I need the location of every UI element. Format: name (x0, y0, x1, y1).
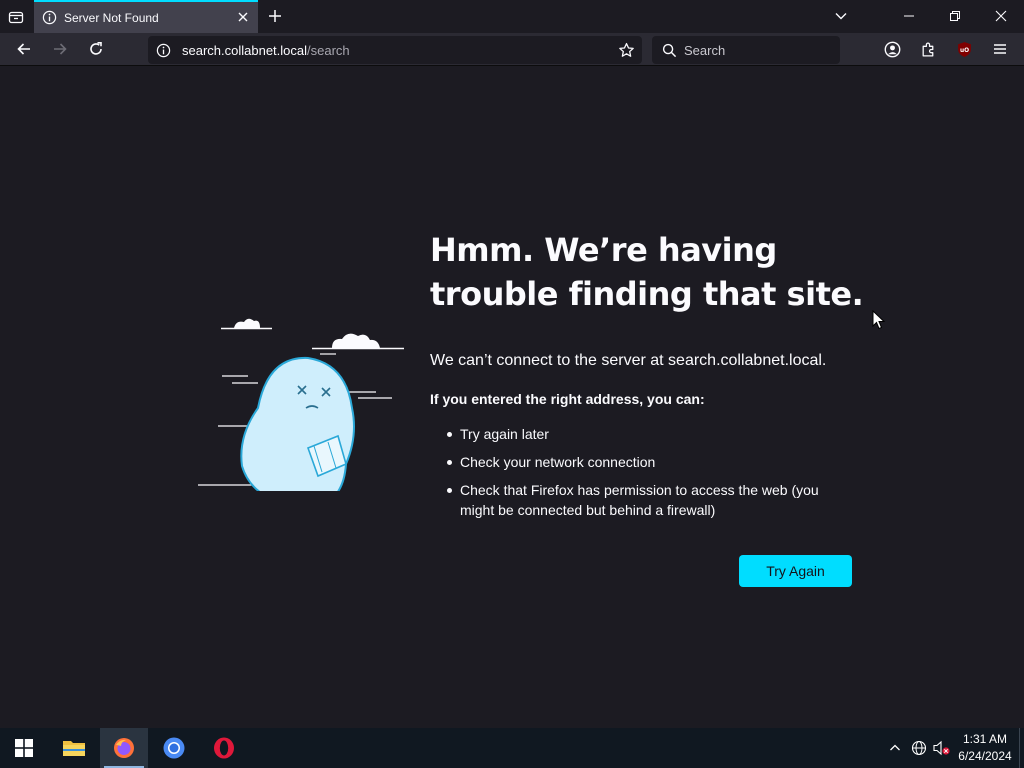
back-button[interactable] (12, 37, 36, 61)
reload-button[interactable] (84, 37, 108, 61)
taskbar-chromium[interactable] (150, 728, 198, 768)
clock-date: 6/24/2024 (958, 749, 1012, 763)
chevron-up-icon (890, 744, 900, 751)
try-again-button[interactable]: Try Again (739, 555, 852, 587)
network-tray-button[interactable] (909, 738, 929, 758)
minimize-icon (904, 15, 914, 17)
url-path: /search (307, 43, 350, 58)
url-host: search.collabnet.local (182, 43, 308, 58)
error-title: Hmm. We’re having trouble finding that s… (430, 231, 864, 313)
close-tab-icon[interactable] (235, 9, 251, 25)
firefox-icon (114, 738, 134, 758)
arrow-left-icon (17, 43, 30, 55)
search-bar[interactable] (652, 36, 840, 64)
opera-icon (214, 737, 234, 759)
speaker-muted-icon (933, 740, 950, 756)
search-input[interactable] (682, 40, 832, 60)
close-window-button[interactable] (989, 5, 1013, 27)
tab-server-not-found[interactable]: Server Not Found (34, 0, 258, 33)
app-menu-button[interactable] (988, 37, 1012, 61)
error-description: We can’t connect to the server at search… (430, 352, 827, 369)
tab-title: Server Not Found (64, 10, 159, 25)
account-button[interactable] (880, 37, 904, 61)
minimize-button[interactable] (897, 5, 921, 27)
show-hidden-icons-button[interactable] (885, 738, 905, 758)
arrow-right-icon (54, 43, 67, 55)
ublock-shield-icon: uO (957, 41, 971, 57)
hamburger-menu-icon (994, 44, 1006, 54)
forward-button[interactable] (48, 37, 72, 61)
restore-button[interactable] (943, 5, 967, 27)
chevron-down-icon (835, 13, 847, 20)
clock-time: 1:31 AM (962, 732, 1008, 746)
taskbar-firefox[interactable] (100, 728, 148, 768)
puzzle-icon (922, 42, 933, 57)
error-subheading: If you entered the right address, you ca… (430, 391, 705, 407)
site-info-icon[interactable] (155, 42, 171, 58)
url-text[interactable]: search.collabnet.local/search (182, 43, 350, 58)
search-icon (661, 42, 677, 58)
windows-logo-icon (15, 739, 33, 757)
show-desktop-button[interactable] (1019, 728, 1024, 768)
close-icon (995, 10, 1007, 22)
svg-text:uO: uO (959, 48, 968, 54)
globe-network-icon (911, 740, 927, 756)
new-tab-button[interactable] (265, 6, 285, 26)
error-page-content: Hmm. We’re having trouble finding that s… (0, 66, 1024, 728)
suggestion-item: Check that Firefox has permission to acc… (430, 480, 850, 520)
chromium-icon (163, 737, 185, 759)
taskbar-file-explorer[interactable] (50, 728, 98, 768)
ublock-origin-button[interactable]: uO (952, 37, 976, 61)
restore-icon (950, 11, 960, 21)
system-clock[interactable]: 1:31 AM 6/24/2024 (952, 731, 1018, 765)
volume-tray-button[interactable] (932, 738, 952, 758)
plus-icon (269, 10, 281, 22)
file-explorer-icon (63, 741, 85, 756)
cloud-icon (221, 318, 272, 330)
taskbar-opera[interactable] (200, 728, 248, 768)
suggestion-item: Try again later (430, 424, 850, 444)
info-icon (41, 10, 57, 26)
cloud-icon (312, 333, 404, 355)
suggestion-list: Try again later Check your network conne… (430, 424, 850, 528)
url-bar[interactable]: search.collabnet.local/search (148, 36, 642, 64)
account-icon (884, 41, 900, 57)
error-dinosaur-illustration (198, 318, 404, 491)
navigation-toolbar: search.collabnet.local/search Search uO (0, 33, 1024, 66)
reload-icon (90, 42, 102, 55)
tab-strip: Server Not Found (0, 0, 1024, 33)
tab-overflow-button[interactable] (829, 5, 853, 27)
extensions-button[interactable] (916, 37, 940, 61)
list-all-tabs-button[interactable] (4, 5, 28, 29)
mouse-cursor-icon (872, 310, 886, 330)
windows-taskbar: 1:31 AM 6/24/2024 (0, 728, 1024, 768)
tab-list-icon (8, 11, 24, 24)
suggestion-item: Check your network connection (430, 452, 850, 472)
start-button[interactable] (0, 728, 48, 768)
bookmark-star-icon[interactable] (618, 42, 635, 59)
